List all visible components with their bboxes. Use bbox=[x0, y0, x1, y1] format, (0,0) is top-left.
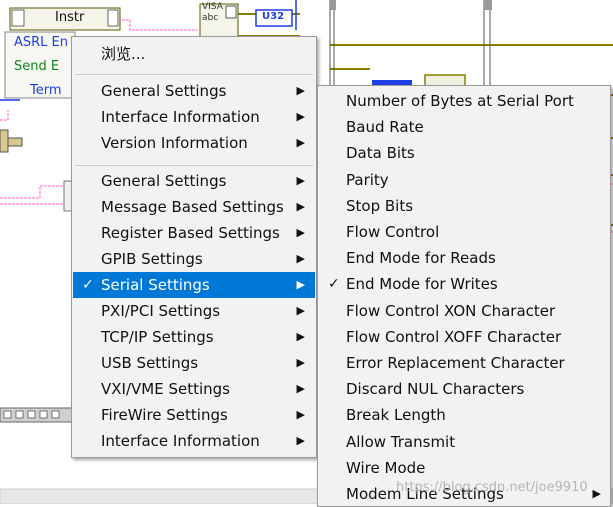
menu-item-label: GPIB Settings bbox=[101, 250, 203, 268]
submenu-arrow-icon: ▶ bbox=[296, 434, 305, 447]
menu-item-browse[interactable]: 浏览... bbox=[73, 41, 315, 67]
menu-item-label: TCP/IP Settings bbox=[101, 328, 214, 346]
submenu-item-flow-control[interactable]: Flow Control bbox=[319, 219, 609, 245]
menu-separator bbox=[75, 165, 313, 166]
term-label: Term bbox=[30, 83, 62, 98]
submenu-item-discard-nul-characters[interactable]: Discard NUL Characters bbox=[319, 376, 609, 402]
submenu-item-label: Flow Control XOFF Character bbox=[346, 327, 562, 346]
submenu-arrow-icon: ▶ bbox=[296, 252, 305, 265]
canvas-area bbox=[0, 424, 75, 490]
menu-item-label: 浏览... bbox=[101, 45, 146, 63]
submenu-item-label: Baud Rate bbox=[346, 118, 424, 137]
submenu-item-flow-control-xoff-character[interactable]: Flow Control XOFF Character bbox=[319, 324, 609, 350]
context-menu: 浏览... General Settings ▶ Interface Informa… bbox=[71, 36, 317, 458]
submenu-arrow-icon: ▶ bbox=[296, 278, 305, 291]
submenu-item-error-replacement-character[interactable]: Error Replacement Character bbox=[319, 350, 609, 376]
send-label: Send E bbox=[14, 59, 60, 74]
submenu-arrow-icon: ▶ bbox=[296, 110, 305, 123]
menu-item-firewire-settings[interactable]: FireWire Settings ▶ bbox=[73, 402, 315, 428]
menu-separator bbox=[75, 74, 313, 75]
u32-label: U32 bbox=[262, 11, 285, 22]
submenu-arrow-icon: ▶ bbox=[296, 136, 305, 149]
submenu-item-label: Allow Transmit bbox=[346, 432, 456, 451]
checkmark-icon: ✓ bbox=[82, 277, 94, 293]
submenu-item-flow-control-xon-character[interactable]: Flow Control XON Character bbox=[319, 298, 609, 324]
submenu-item-data-bits[interactable]: Data Bits bbox=[319, 140, 609, 166]
submenu-item-label: Discard NUL Characters bbox=[346, 380, 525, 399]
menu-item-label: Interface Information bbox=[101, 108, 260, 126]
submenu-arrow-icon: ▶ bbox=[296, 174, 305, 187]
submenu-item-allow-transmit[interactable]: Allow Transmit bbox=[319, 429, 609, 455]
menu-item-label: Interface Information bbox=[101, 432, 260, 450]
menu-item-label: Register Based Settings bbox=[101, 224, 280, 242]
watermark: https://blog.csdn.net/joe9910 bbox=[396, 480, 588, 495]
submenu-item-label: Parity bbox=[346, 170, 389, 189]
submenu-item-parity[interactable]: Parity bbox=[319, 167, 609, 193]
submenu-item-end-mode-for-writes[interactable]: ✓ End Mode for Writes bbox=[319, 271, 609, 297]
menu-item-label: General Settings bbox=[101, 172, 227, 190]
submenu-item-label: Stop Bits bbox=[346, 196, 414, 215]
checkmark-icon: ✓ bbox=[328, 276, 340, 293]
submenu-item-baud-rate[interactable]: Baud Rate bbox=[319, 114, 609, 140]
menu-item-gpib-settings[interactable]: GPIB Settings ▶ bbox=[73, 246, 315, 272]
asrl-label: ASRL En bbox=[14, 35, 69, 50]
serial-settings-submenu: Number of Bytes at Serial Port Baud Rate D… bbox=[317, 85, 611, 507]
submenu-item-label: End Mode for Writes bbox=[346, 275, 498, 294]
visa-sub-label: abc bbox=[202, 13, 219, 23]
menu-item-version-information[interactable]: Version Information ▶ bbox=[73, 130, 315, 156]
visa-label: VISA bbox=[202, 2, 223, 12]
submenu-item-label: Wire Mode bbox=[346, 458, 426, 477]
submenu-item-label: Break Length bbox=[346, 406, 446, 425]
menu-item-message-based-settings[interactable]: Message Based Settings ▶ bbox=[73, 194, 315, 220]
menu-item-interface-information[interactable]: Interface Information ▶ bbox=[73, 428, 315, 454]
menu-item-interface-information[interactable]: Interface Information ▶ bbox=[73, 104, 315, 130]
submenu-item-break-length[interactable]: Break Length bbox=[319, 402, 609, 428]
submenu-item-end-mode-for-reads[interactable]: End Mode for Reads bbox=[319, 245, 609, 271]
submenu-arrow-icon: ▶ bbox=[296, 226, 305, 239]
submenu-item-label: Flow Control bbox=[346, 223, 440, 241]
menu-item-label: VXI/VME Settings bbox=[101, 380, 230, 398]
menu-item-general-settings[interactable]: General Settings ▶ bbox=[73, 78, 315, 104]
submenu-arrow-icon: ▶ bbox=[296, 330, 305, 343]
menu-item-label: Message Based Settings bbox=[101, 198, 284, 216]
submenu-item-wire-mode[interactable]: Wire Mode bbox=[319, 455, 609, 481]
menu-item-usb-settings[interactable]: USB Settings ▶ bbox=[73, 350, 315, 376]
frame-scroll bbox=[484, 0, 492, 10]
submenu-item-number-of-bytes-at-serial-port[interactable]: Number of Bytes at Serial Port bbox=[319, 88, 609, 114]
menu-item-label: General Settings bbox=[101, 82, 227, 100]
submenu-arrow-icon: ▶ bbox=[296, 200, 305, 213]
instr-label: Instr bbox=[55, 10, 85, 25]
menu-item-label: PXI/PCI Settings bbox=[101, 302, 221, 320]
menu-item-tcp-ip-settings[interactable]: TCP/IP Settings ▶ bbox=[73, 324, 315, 350]
submenu-arrow-icon: ▶ bbox=[296, 304, 305, 317]
submenu-item-label: Flow Control XON Character bbox=[346, 301, 556, 320]
menu-item-serial-settings[interactable]: ✓ Serial Settings ▶ bbox=[73, 272, 315, 298]
submenu-arrow-icon: ▶ bbox=[296, 382, 305, 395]
menu-item-general-settings[interactable]: General Settings ▶ bbox=[73, 168, 315, 194]
submenu-arrow-icon: ▶ bbox=[296, 408, 305, 421]
submenu-item-label: Data Bits bbox=[346, 144, 415, 163]
menu-item-register-based-settings[interactable]: Register Based Settings ▶ bbox=[73, 220, 315, 246]
menu-item-pxi-pci-settings[interactable]: PXI/PCI Settings ▶ bbox=[73, 298, 315, 324]
submenu-item-label: Number of Bytes at Serial Port bbox=[346, 92, 574, 110]
submenu-arrow-icon: ▶ bbox=[296, 356, 305, 369]
menu-item-label: Version Information bbox=[101, 134, 248, 152]
menu-item-label: FireWire Settings bbox=[101, 406, 228, 424]
menu-item-label: USB Settings bbox=[101, 354, 199, 372]
submenu-arrow-icon: ▶ bbox=[592, 487, 601, 500]
menu-item-label: Serial Settings bbox=[101, 276, 210, 294]
menu-item-vxi-vme-settings[interactable]: VXI/VME Settings ▶ bbox=[73, 376, 315, 402]
submenu-item-stop-bits[interactable]: Stop Bits bbox=[319, 193, 609, 219]
frame-scroll bbox=[330, 0, 336, 10]
submenu-arrow-icon: ▶ bbox=[296, 84, 305, 97]
submenu-item-label: End Mode for Reads bbox=[346, 249, 496, 268]
submenu-item-label: Error Replacement Character bbox=[346, 354, 565, 372]
